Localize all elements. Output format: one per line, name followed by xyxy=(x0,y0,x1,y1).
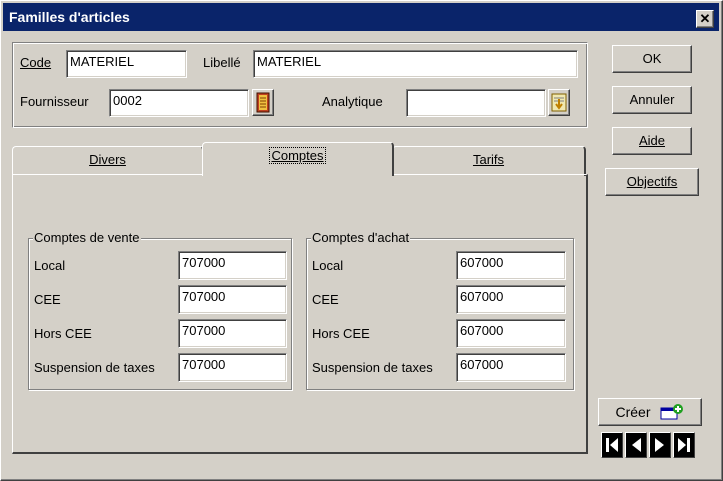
first-record-button[interactable] xyxy=(601,432,623,458)
achat-suspension-input[interactable]: 607000 xyxy=(456,353,566,382)
vente-hors-cee-input[interactable]: 707000 xyxy=(178,319,287,348)
previous-record-icon xyxy=(632,438,641,452)
aide-button[interactable]: Aide xyxy=(612,127,692,155)
achat-hors-cee-label: Hors CEE xyxy=(312,326,370,341)
achat-local-input[interactable]: 607000 xyxy=(456,251,566,280)
tab-tarifs[interactable]: Tarifs xyxy=(392,146,586,176)
fournisseur-label: Fournisseur xyxy=(20,94,89,109)
window-title: Familles d'articles xyxy=(9,9,130,25)
title-bar: Familles d'articles ✕ xyxy=(3,3,719,31)
previous-record-button[interactable] xyxy=(625,432,647,458)
analytique-lookup-button[interactable] xyxy=(548,89,570,116)
vente-local-label: Local xyxy=(34,258,66,273)
close-button[interactable]: ✕ xyxy=(696,10,714,28)
achat-local-label: Local xyxy=(312,258,344,273)
vente-suspension-input[interactable]: 707000 xyxy=(178,353,287,382)
last-record-button[interactable] xyxy=(673,432,695,458)
last-record-icon xyxy=(678,438,690,452)
achat-hors-cee-input[interactable]: 607000 xyxy=(456,319,566,348)
ok-button[interactable]: OK xyxy=(612,45,692,73)
code-label: Code xyxy=(20,55,52,70)
code-input[interactable]: MATERIEL xyxy=(66,50,187,78)
first-record-icon xyxy=(606,438,618,452)
comptes-achat-title: Comptes d'achat xyxy=(311,230,411,245)
book-icon xyxy=(256,92,270,113)
tab-comptes[interactable]: Comptes xyxy=(202,142,394,176)
analytique-input[interactable] xyxy=(406,89,546,117)
tab-divers[interactable]: Divers xyxy=(12,146,204,176)
fournisseur-input[interactable]: 0002 xyxy=(109,89,249,117)
new-record-icon xyxy=(660,404,683,420)
close-icon: ✕ xyxy=(699,11,711,26)
vente-hors-cee-label: Hors CEE xyxy=(34,326,92,341)
vente-cee-label: CEE xyxy=(34,292,61,307)
tab-comptes-label: Comptes xyxy=(269,147,326,164)
achat-cee-input[interactable]: 607000 xyxy=(456,285,566,314)
comptes-vente-title: Comptes de vente xyxy=(33,230,141,245)
annuler-button[interactable]: Annuler xyxy=(612,86,692,114)
achat-cee-label: CEE xyxy=(312,292,339,307)
vente-local-input[interactable]: 707000 xyxy=(178,251,287,280)
libelle-input[interactable]: MATERIEL xyxy=(253,50,578,78)
libelle-label: Libellé xyxy=(203,55,241,70)
achat-suspension-label: Suspension de taxes xyxy=(312,360,433,375)
fournisseur-lookup-button[interactable] xyxy=(252,89,274,116)
analytique-label: Analytique xyxy=(322,94,383,109)
creer-button[interactable]: Créer xyxy=(598,398,702,426)
vente-cee-input[interactable]: 707000 xyxy=(178,285,287,314)
arrow-down-list-icon xyxy=(551,93,567,112)
vente-suspension-label: Suspension de taxes xyxy=(34,360,155,375)
next-record-button[interactable] xyxy=(649,432,671,458)
tab-tarifs-label: Tarifs xyxy=(472,152,505,167)
next-record-icon xyxy=(655,438,664,452)
creer-label: Créer xyxy=(615,404,651,420)
tab-divers-label: Divers xyxy=(89,152,126,167)
objectifs-button[interactable]: Objectifs xyxy=(605,168,699,196)
